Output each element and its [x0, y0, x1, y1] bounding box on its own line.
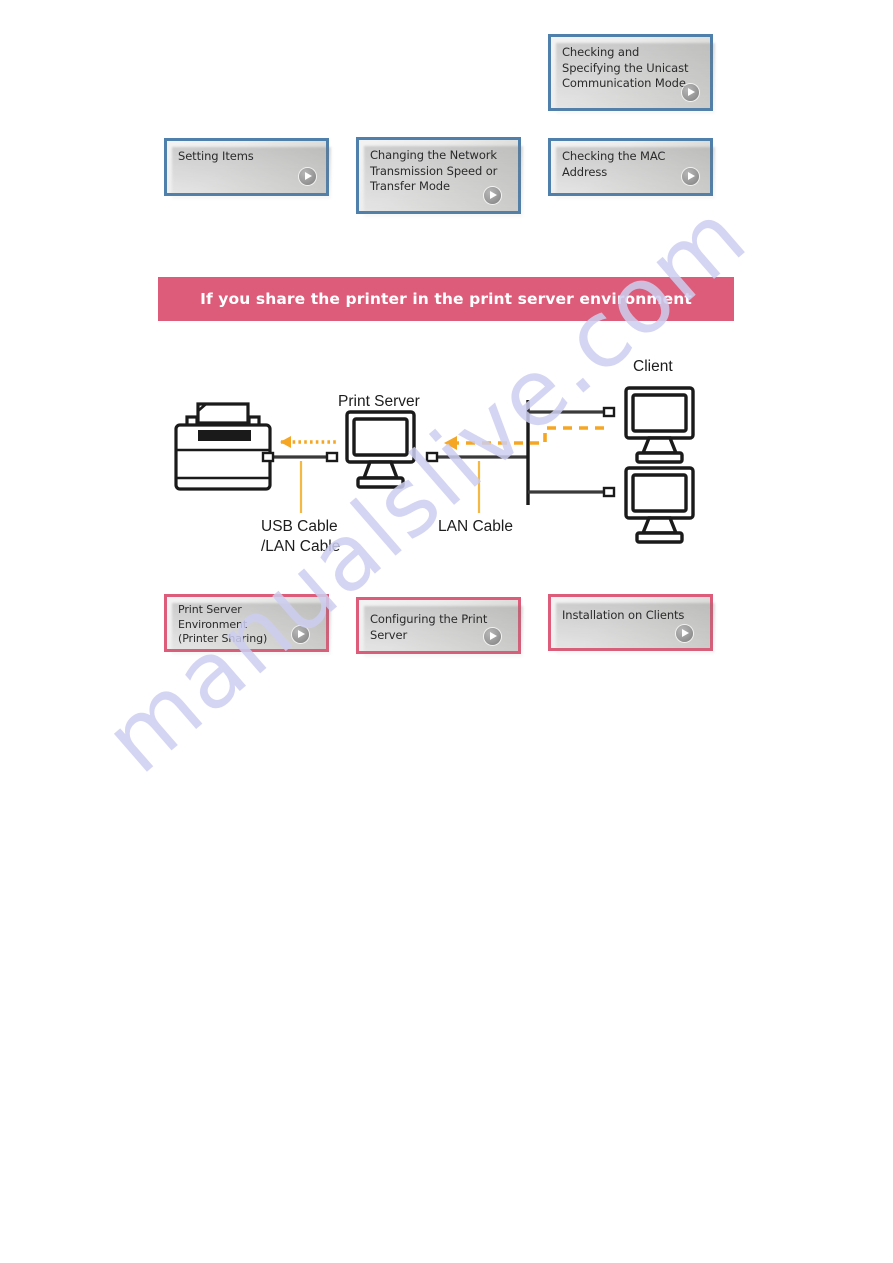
- go-arrow-icon[interactable]: [299, 168, 316, 185]
- link-box-configuring-print-server[interactable]: Configuring the Print Server: [356, 597, 521, 654]
- go-arrow-icon[interactable]: [676, 625, 693, 642]
- link-box-checking-mac-address[interactable]: Checking the MAC Address: [548, 138, 713, 196]
- print-server-monitor: [345, 410, 416, 489]
- link-box-label: Checking the MAC Address: [562, 149, 666, 179]
- client-label: Client: [633, 358, 673, 375]
- diagram-svg: [174, 386, 695, 544]
- client-flow-arrow: [444, 426, 604, 450]
- section-banner-title: If you share the printer in the print se…: [200, 290, 692, 308]
- printer-flow-arrow: [280, 436, 336, 448]
- client-top-monitor: [624, 386, 695, 464]
- link-box-print-server-environment[interactable]: Print Server Environment (Printer Sharin…: [164, 594, 329, 652]
- go-arrow-icon[interactable]: [484, 187, 501, 204]
- go-arrow-icon[interactable]: [292, 626, 309, 643]
- branch-top-client: [528, 406, 616, 418]
- page-canvas: manualslive.com Setting Items Changing t…: [0, 0, 893, 1263]
- print-server-label: Print Server: [338, 393, 420, 410]
- go-arrow-icon[interactable]: [484, 628, 501, 645]
- link-box-setting-items[interactable]: Setting Items: [164, 138, 329, 196]
- client-bottom-monitor: [624, 466, 695, 544]
- branch-bottom-client: [528, 486, 616, 498]
- go-arrow-icon[interactable]: [682, 168, 699, 185]
- link-box-changing-network-speed[interactable]: Changing the Network Transmission Speed …: [356, 137, 521, 214]
- usb-cable-label: USB Cable /LAN Cable: [261, 518, 341, 555]
- lan-cable-label: LAN Cable: [438, 518, 513, 535]
- link-box-installation-on-clients[interactable]: Installation on Clients: [548, 594, 713, 651]
- link-box-label: Setting Items: [178, 149, 254, 163]
- usb-lan-cable: [261, 451, 339, 463]
- network-diagram: Print Server Client USB Cable /LAN Cable…: [0, 340, 893, 580]
- link-box-label: Checking and Specifying the Unicast Comm…: [562, 45, 689, 90]
- printer-icon: [174, 402, 272, 491]
- lan-cable: [425, 451, 528, 463]
- section-banner: If you share the printer in the print se…: [158, 277, 734, 321]
- link-box-label: Installation on Clients: [562, 608, 685, 622]
- link-box-checking-unicast-mode[interactable]: Checking and Specifying the Unicast Comm…: [548, 34, 713, 111]
- go-arrow-icon[interactable]: [682, 84, 699, 101]
